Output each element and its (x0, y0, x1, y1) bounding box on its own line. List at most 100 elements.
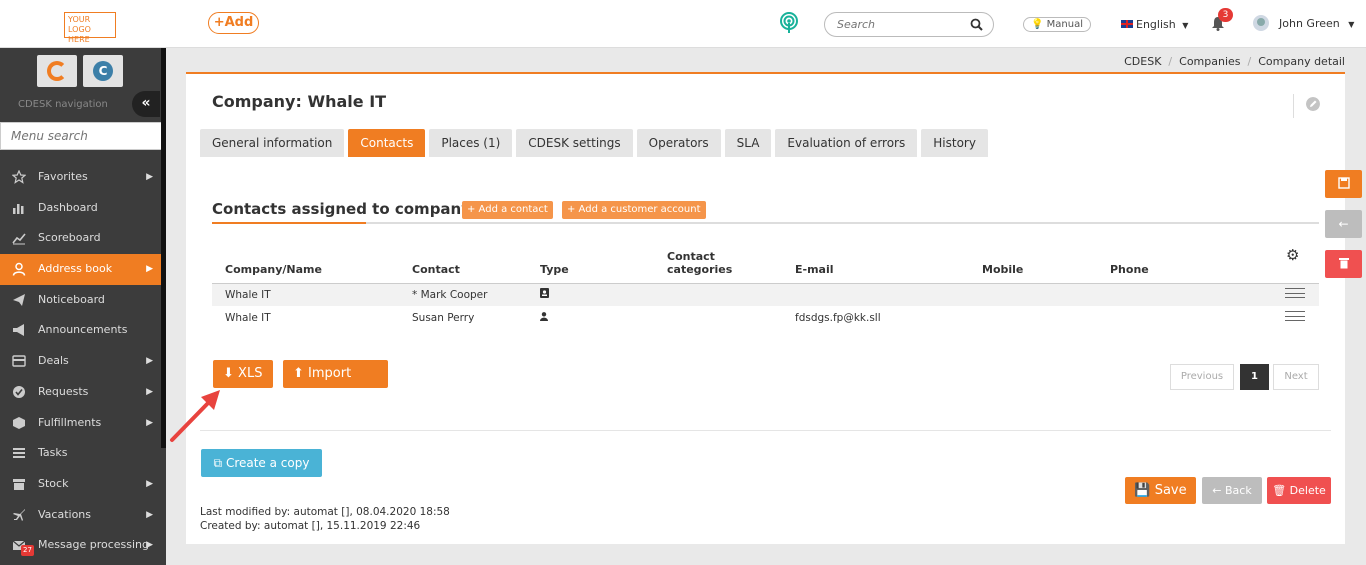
tab-history[interactable]: History (921, 129, 988, 157)
caret-down-icon: ▼ (1182, 21, 1189, 30)
tab-sla[interactable]: SLA (724, 129, 772, 157)
create-copy-button[interactable]: ⧉ Create a copy (201, 449, 322, 477)
search-input[interactable] (837, 13, 967, 36)
sidebar-item-deals[interactable]: Deals ▶ (0, 346, 161, 377)
floating-back-button[interactable]: ← (1325, 210, 1362, 238)
cell-phone (1097, 306, 1272, 329)
export-xls-label: XLS (238, 366, 263, 381)
floating-save-button[interactable] (1325, 170, 1362, 198)
floating-delete-button[interactable] (1325, 250, 1362, 278)
cell-type (527, 283, 654, 306)
cdesk-app-blue[interactable]: C (83, 55, 123, 87)
user-name: John Green (1279, 17, 1340, 30)
tab-operators[interactable]: Operators (636, 129, 721, 157)
add-button[interactable]: +Add (208, 12, 259, 34)
bar-chart-icon (13, 203, 24, 214)
sidebar-item-announcements[interactable]: Announcements (0, 315, 161, 346)
tab-bar: General information Contacts Places (1) … (200, 129, 988, 157)
save-label: Save (1154, 483, 1187, 498)
row-menu-icon[interactable] (1285, 288, 1305, 299)
column-header-mobile[interactable]: Mobile (969, 246, 1097, 284)
tab-contacts[interactable]: Contacts (348, 129, 426, 157)
sidebar-item-fulfillments[interactable]: Fulfillments ▶ (0, 408, 161, 439)
sidebar-item-address-book[interactable]: Address book ▶ (0, 254, 161, 285)
manual-label: Manual (1046, 19, 1083, 30)
column-header-email[interactable]: E-mail (782, 246, 969, 284)
menu-search-input[interactable] (11, 123, 161, 149)
table-row[interactable]: Whale IT * Mark Cooper (212, 283, 1319, 306)
create-copy-label: Create a copy (225, 456, 310, 470)
cell-contact[interactable]: * Mark Cooper (399, 283, 527, 306)
import-xls-button[interactable]: ⬆ Import XLS (283, 360, 388, 409)
collapse-sidebar-button[interactable]: « (132, 91, 160, 117)
export-xls-button[interactable]: ⬇ XLS (213, 360, 273, 388)
cell-company: Whale IT (212, 283, 399, 306)
sidebar-item-label: Scoreboard (38, 231, 101, 245)
cell-email[interactable]: fdsdgs.fp@kk.sll (782, 306, 969, 329)
tab-places[interactable]: Places (1) (429, 129, 513, 157)
section-divider-accent (212, 222, 366, 224)
gear-icon[interactable]: ⚙ (1286, 246, 1299, 264)
sidebar-item-tasks[interactable]: Tasks (0, 438, 161, 469)
sidebar-item-noticeboard[interactable]: Noticeboard (0, 285, 161, 316)
column-header-phone[interactable]: Phone (1097, 246, 1272, 284)
company-logo[interactable]: YOUR LOGO HERE (64, 12, 116, 44)
section-title: Contacts assigned to company (212, 200, 472, 218)
breadcrumb-companies[interactable]: Companies (1179, 55, 1240, 68)
chevron-right-icon: ▶ (146, 264, 153, 275)
sidebar-item-stock[interactable]: Stock ▶ (0, 469, 161, 500)
tasks-icon (13, 448, 25, 459)
cell-company: Whale IT (225, 311, 271, 324)
sidebar-item-message-processing[interactable]: 27 Message processing ▶ (0, 530, 161, 561)
edit-icon[interactable] (1306, 97, 1320, 111)
broadcast-icon[interactable] (779, 12, 799, 34)
column-header-contact[interactable]: Contact (399, 246, 527, 284)
add-contact-button[interactable]: + Add a contact (462, 201, 553, 219)
chevron-right-icon: ▶ (146, 356, 153, 367)
top-bar: YOUR LOGO HERE +Add 💡 Manual English ▼ 3… (0, 0, 1366, 48)
delete-button[interactable]: 🗑 Delete (1267, 477, 1331, 504)
credit-card-icon (12, 355, 26, 367)
global-search[interactable] (824, 12, 994, 37)
c-logo-icon (47, 61, 67, 81)
column-header-company-name[interactable]: Company/Name (212, 246, 399, 284)
cdesk-app-orange[interactable] (37, 55, 77, 87)
cell-categories (654, 283, 782, 306)
pagination-previous[interactable]: Previous (1170, 364, 1234, 390)
table-row[interactable]: Whale IT Susan Perry fdsdgs.fp@kk.sll (212, 306, 1319, 329)
sidebar-item-favorites[interactable]: Favorites ▶ (0, 162, 161, 193)
row-menu-icon[interactable] (1285, 311, 1305, 321)
tab-cdesk-settings[interactable]: CDESK settings (516, 129, 633, 157)
sidebar-scrollbar[interactable] (161, 48, 166, 448)
breadcrumb-company-detail: Company detail (1258, 55, 1345, 68)
person-icon (540, 311, 548, 321)
logo-text-1: YOUR LOGO (68, 15, 91, 34)
back-button[interactable]: ← Back (1202, 477, 1262, 504)
add-customer-account-button[interactable]: + Add a customer account (562, 201, 706, 219)
cell-mobile (969, 283, 1097, 306)
manual-button[interactable]: 💡 Manual (1023, 17, 1091, 32)
column-header-contact-categories[interactable]: Contact categories (654, 246, 782, 284)
sidebar-item-label: Dashboard (38, 200, 98, 214)
tab-general-information[interactable]: General information (200, 129, 345, 157)
sidebar-item-scoreboard[interactable]: Scoreboard (0, 223, 161, 254)
lightbulb-icon: 💡 (1031, 19, 1044, 30)
cell-categories (654, 306, 782, 329)
trash-icon (1338, 258, 1349, 269)
sidebar-item-requests[interactable]: Requests ▶ (0, 377, 161, 408)
language-selector[interactable]: English ▼ (1121, 18, 1188, 31)
tab-evaluation-of-errors[interactable]: Evaluation of errors (775, 129, 918, 157)
pagination-page-1[interactable]: 1 (1240, 364, 1269, 390)
cube-icon (13, 416, 25, 429)
save-button[interactable]: 💾 Save (1125, 477, 1196, 504)
user-menu[interactable]: John Green ▼ (1253, 15, 1354, 31)
sidebar-item-vacations[interactable]: Vacations ▶ (0, 500, 161, 531)
breadcrumb-cdesk[interactable]: CDESK (1124, 55, 1161, 68)
column-header-type[interactable]: Type (527, 246, 654, 284)
search-icon[interactable] (970, 18, 983, 31)
cell-contact[interactable]: Susan Perry (399, 306, 527, 329)
sidebar-item-dashboard[interactable]: Dashboard (0, 193, 161, 224)
menu-search[interactable] (0, 122, 161, 150)
pagination-next[interactable]: Next (1273, 364, 1319, 390)
cell-type (527, 306, 654, 329)
